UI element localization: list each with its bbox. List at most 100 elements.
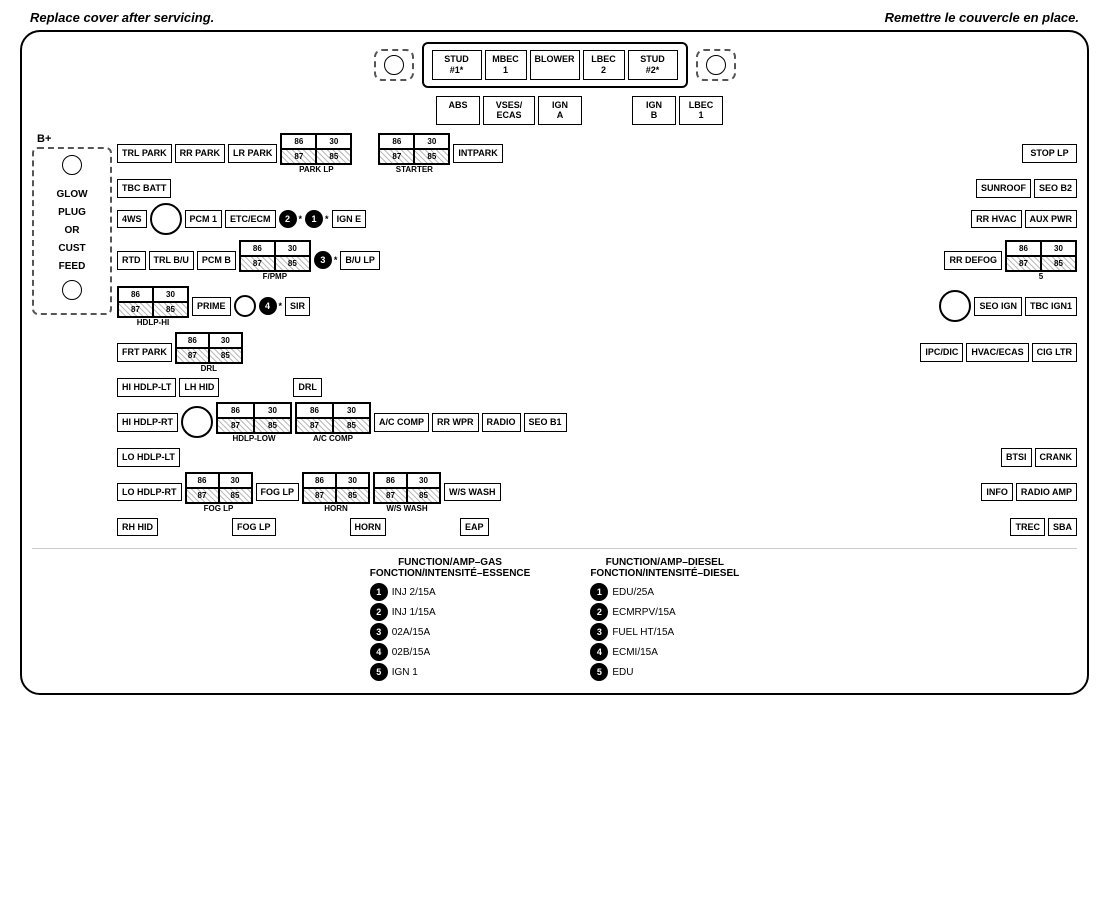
fuse-pcm-b: PCM B [197, 251, 236, 270]
relay-cell-87a: 87 [281, 149, 316, 164]
relay-5-label: 5 [1039, 272, 1043, 281]
legend-diesel-text-1: EDU/25A [612, 587, 654, 598]
legend-diesel-num-5: 5 [590, 663, 608, 681]
relay-fog-87: 87 [186, 488, 219, 503]
fuse-stop-lp: STOP LP [1022, 144, 1077, 163]
relay-fog-30: 30 [219, 473, 252, 488]
spacer-top [585, 96, 629, 126]
relay-park-lp: 86 30 87 85 PARK LP [280, 133, 352, 174]
fuse-abs: ABS [436, 96, 480, 126]
fuse-stud1: STUD#1* [432, 50, 482, 80]
fuse-etc-ecm: ETC/ECM [225, 210, 276, 229]
relay-fog-lp-cells: 86 30 87 85 [185, 472, 253, 504]
legend-gas-item-5: 5 IGN 1 [370, 663, 531, 681]
relay-ac-comp: 86 30 87 85 A/C COMP [295, 402, 371, 443]
fuse-row-8: HI HDLP-RT 86 30 87 85 HDLP-LOW [117, 402, 1077, 443]
num-circle-3: 3 [314, 251, 332, 269]
fuse-hi-hdlp-lt: HI HDLP-LT [117, 378, 176, 397]
relay-starter-86: 86 [379, 134, 414, 149]
legend-gas-num-5: 5 [370, 663, 388, 681]
fuse-pcm1: PCM 1 [185, 210, 223, 229]
legend-diesel-num-2: 2 [590, 603, 608, 621]
circle-2 [234, 295, 256, 317]
fuse-row-7: HI HDLP-LT LH HID DRL [117, 378, 1077, 397]
fuse-blower: BLOWER [530, 50, 580, 80]
legend-gas-text-3: 02A/15A [392, 627, 430, 638]
fuse-btsi: BTSI [1001, 448, 1032, 467]
relay-park-lp-label: PARK LP [299, 165, 334, 174]
relay-drl-86: 86 [176, 333, 209, 348]
relay-fpmp: 86 30 87 85 F/PMP [239, 240, 311, 281]
legend-diesel-text-4: ECMI/15A [612, 647, 658, 658]
fuse-row-1: TRL PARK RR PARK LR PARK 86 30 87 85 PAR… [117, 133, 1077, 174]
or-label: OR [38, 222, 106, 240]
glow-plug-label: GLOWPLUG [38, 186, 106, 222]
relay-ac-30: 30 [333, 403, 370, 418]
relay-5-30: 30 [1041, 241, 1076, 256]
relay-hdlp-hi-86: 86 [118, 287, 153, 302]
relay-drl-87: 87 [176, 348, 209, 363]
num1-container: 1 * [305, 210, 329, 228]
relay-hdlp-low-86: 86 [217, 403, 254, 418]
fuse-info: INFO [981, 483, 1013, 502]
relay-ws-wash-label: W/S WASH [386, 504, 427, 513]
relay-hdlp-low-87: 87 [217, 418, 254, 433]
num4-container: 4 * [259, 297, 283, 315]
relay-hdlp-hi-cells: 86 30 87 85 [117, 286, 189, 318]
legend-gas-title1: FUNCTION/AMP–GAS [370, 557, 531, 568]
bp-label: B+ [37, 133, 112, 145]
fuse-ign-b: IGNB [632, 96, 676, 126]
legend-diesel-item-1: 1 EDU/25A [590, 583, 739, 601]
relay-horn-87: 87 [303, 488, 336, 503]
relay-hdlp-low-cells: 86 30 87 85 [216, 402, 292, 434]
fuse-lbec2: LBEC2 [583, 50, 625, 80]
screw-bottom-left [62, 280, 82, 300]
fuse-aux-pwr: AUX PWR [1025, 210, 1078, 229]
circle-3 [939, 290, 971, 322]
fuse-prime: PRIME [192, 297, 231, 316]
relay-hdlp-low-85: 85 [254, 418, 291, 433]
fuse-ws-wash: W/S WASH [444, 483, 501, 502]
relay-fog-lp-label: FOG LP [204, 504, 234, 513]
relay-hdlp-hi-30: 30 [153, 287, 188, 302]
relay-drl-cells: 86 30 87 85 [175, 332, 243, 364]
screw-left [384, 55, 404, 75]
right-dashed-connector [696, 49, 736, 81]
relay-horn-85: 85 [336, 488, 369, 503]
fuse-lbec1: LBEC1 [679, 96, 723, 126]
fuse-horn-label: HORN [350, 518, 387, 537]
legend-gas-text-5: IGN 1 [392, 667, 418, 678]
legend-diesel-item-3: 3 FUEL HT/15A [590, 623, 739, 641]
fuse-bu-lp: B/U LP [340, 251, 380, 270]
diagram-outer: STUD#1* MBEC1 BLOWER LBEC2 STUD#2* ABS V… [20, 30, 1089, 695]
relay-drl: 86 30 87 85 DRL [175, 332, 243, 373]
legend-diesel-item-5: 5 EDU [590, 663, 739, 681]
fuse-radio-amp: RADIO AMP [1016, 483, 1077, 502]
relay-cell-30: 30 [316, 134, 351, 149]
legend-gas-num-1: 1 [370, 583, 388, 601]
fuse-row-6: FRT PARK 86 30 87 85 DRL IPC/DIC HVAC/EC… [117, 332, 1077, 373]
fuse-trl-park: TRL PARK [117, 144, 172, 163]
relay-ws-85: 85 [407, 488, 440, 503]
relay-ac-comp-cells: 86 30 87 85 [295, 402, 371, 434]
relay-5-85: 85 [1041, 256, 1076, 271]
top-labels: Replace cover after servicing. Remettre … [10, 10, 1099, 30]
relay-drl-85: 85 [209, 348, 242, 363]
relay-fog-lp: 86 30 87 85 FOG LP [185, 472, 253, 513]
cust-feed-label: CUSTFEED [38, 240, 106, 276]
fuse-lo-hdlp-lt: LO HDLP-LT [117, 448, 180, 467]
relay-ws-wash: 86 30 87 85 W/S WASH [373, 472, 441, 513]
relay-fpmp-87: 87 [240, 256, 275, 271]
fuse-tbc-ign1: TBC IGN1 [1025, 297, 1077, 316]
relay-hdlp-low: 86 30 87 85 HDLP-LOW [216, 402, 292, 443]
fuse-ign-a: IGNA [538, 96, 582, 126]
fuse-lh-hid: LH HID [179, 378, 219, 397]
top-connector-row: STUD#1* MBEC1 BLOWER LBEC2 STUD#2* [32, 42, 1077, 88]
relay-horn-cells: 86 30 87 85 [302, 472, 370, 504]
fuse-hi-hdlp-rt: HI HDLP-RT [117, 413, 178, 432]
num3-star-label: * [334, 255, 338, 265]
fuse-4ws: 4WS [117, 210, 147, 229]
legend-diesel-text-2: ECMRPV/15A [612, 607, 675, 618]
relay-5: 86 30 87 85 5 [1005, 240, 1077, 281]
fuse-sunroof: SUNROOF [976, 179, 1031, 198]
